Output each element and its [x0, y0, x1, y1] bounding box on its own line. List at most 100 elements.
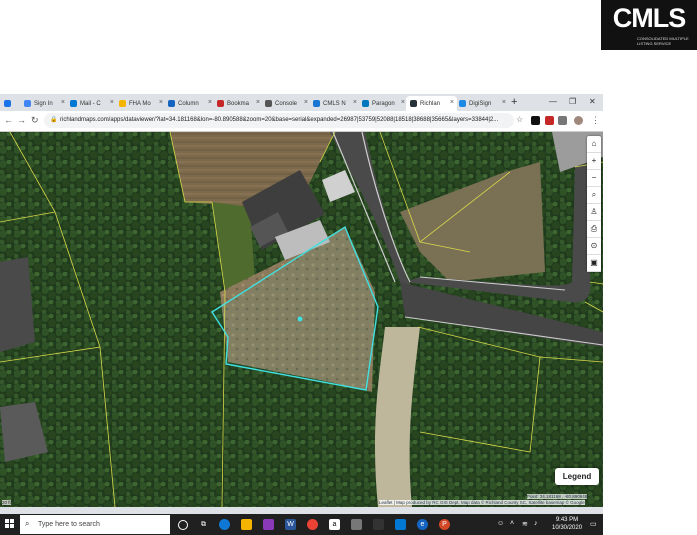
tab-label: FHA Mo [129, 100, 151, 107]
ie-icon[interactable]: e [417, 519, 428, 530]
print-icon[interactable]: ⎙ [587, 221, 601, 238]
browser-window: + — ❐ ✕ Sign In × Mail - C × FHA Mo × Column × B… [0, 94, 603, 534]
legend-button[interactable]: Legend [555, 468, 599, 485]
browser-tab[interactable]: Console × [261, 96, 311, 111]
tab-label: Mail - C [80, 100, 101, 107]
windows-start-icon[interactable] [5, 519, 15, 529]
back-icon[interactable]: ← [4, 115, 13, 125]
tab-favicon-icon [119, 100, 126, 107]
extension-icon-2[interactable] [545, 116, 554, 125]
tab-close-icon[interactable]: × [401, 99, 405, 106]
search-icon: ⌕ [25, 519, 30, 528]
tray-chevron-icon[interactable]: ˄ [510, 520, 514, 527]
tab-close-icon[interactable]: × [502, 99, 506, 106]
cmls-logo: CMLS CONSOLIDATED MULTIPLE LISTING SERVI… [601, 0, 697, 50]
clock-date: 10/30/2020 [552, 525, 583, 531]
url-input[interactable]: richlandmaps.com/apps/dataviewer/?lat=34… [44, 113, 514, 128]
location-pin-icon[interactable]: ⊙ [587, 238, 601, 255]
map-attribution: Leaflet | Map produced by RC GIS Dept, M… [379, 500, 585, 505]
powerpoint-icon[interactable]: P [439, 519, 450, 530]
extension-icon[interactable] [531, 116, 540, 125]
bookmark-star-icon[interactable]: ☆ [516, 115, 523, 124]
tab-favicon-icon [313, 100, 320, 107]
tab-close-icon[interactable]: × [353, 99, 357, 106]
maximize-icon[interactable]: ❐ [569, 97, 576, 106]
photos-icon[interactable] [373, 519, 384, 530]
tab-close-icon[interactable]: × [304, 99, 308, 106]
taskbar-search-input[interactable]: Type here to search [20, 515, 170, 534]
tab-favicon-icon [70, 100, 77, 107]
tab-label: Column [178, 100, 199, 107]
store-icon[interactable] [263, 519, 274, 530]
search-map-icon[interactable]: ⌕ [587, 187, 601, 204]
streetview-icon[interactable]: ♙ [587, 204, 601, 221]
app-icon[interactable] [351, 519, 362, 530]
new-tab-icon[interactable]: + [511, 96, 517, 108]
tab-favicon-icon [24, 100, 31, 107]
close-window-icon[interactable]: ✕ [589, 97, 596, 106]
browser-tab[interactable]: Richlan × [406, 96, 457, 111]
file-explorer-icon[interactable] [241, 519, 252, 530]
tab-label: Bookma [227, 100, 250, 107]
tab-label: Console [275, 100, 298, 107]
notifications-icon[interactable]: ▭ [590, 520, 597, 528]
volume-icon[interactable]: ♪ [534, 520, 538, 527]
tab-label: CMLS N [323, 100, 346, 107]
tab-label: DigiSign [469, 100, 492, 107]
cortana-icon[interactable] [178, 520, 188, 530]
tab-label: Paragon [372, 100, 395, 107]
minimize-icon[interactable]: — [549, 97, 557, 106]
edge-icon[interactable] [219, 519, 230, 530]
tab-close-icon[interactable]: × [61, 99, 65, 106]
menu-kebab-icon[interactable]: ⋮ [591, 115, 600, 126]
tab-close-icon[interactable]: × [256, 99, 260, 106]
browser-tab[interactable] [0, 96, 22, 111]
wifi-icon[interactable]: ≋ [522, 520, 528, 528]
tab-favicon-icon [459, 100, 466, 107]
tab-label: Richlan [420, 100, 441, 107]
satellite-map[interactable]: ⌂ + − ⌕ ♙ ⎙ ⊙ ▣ Legend Point: 34.181168 … [0, 132, 603, 507]
browser-tab[interactable]: Bookma × [213, 96, 263, 111]
clock-time: 9:43 PM [555, 517, 579, 523]
logo-subtext: CONSOLIDATED MULTIPLE LISTING SERVICE [637, 36, 689, 46]
coordinate-readout: Point: 34.181168 , -80.890648 [527, 494, 588, 499]
lock-icon[interactable]: 🔒 [50, 116, 57, 123]
amazon-icon[interactable]: a [329, 519, 340, 530]
browser-tab[interactable]: Sign In × [20, 96, 68, 111]
extension-icon-3[interactable] [558, 116, 567, 125]
task-view-icon[interactable]: ⧉ [198, 519, 209, 530]
taskbar-clock[interactable]: 9:43 PM 10/30/2020 [552, 516, 582, 532]
windows-taskbar: Type here to search ⌕ ⧉ W a e P ☺ ˄ ≋ ♪ … [0, 514, 603, 535]
tab-favicon-icon [4, 100, 11, 107]
tab-favicon-icon [217, 100, 224, 107]
people-icon[interactable]: ☺ [497, 520, 504, 527]
layers-icon[interactable]: ▣ [587, 255, 601, 272]
tab-close-icon[interactable]: × [110, 99, 114, 106]
tab-close-icon[interactable]: × [159, 99, 163, 106]
mail-icon[interactable] [395, 519, 406, 530]
browser-tab[interactable]: FHA Mo × [115, 96, 166, 111]
reload-icon[interactable]: ↻ [31, 115, 39, 126]
tab-favicon-icon [168, 100, 175, 107]
tab-close-icon[interactable]: × [450, 99, 454, 106]
word-icon[interactable]: W [285, 519, 296, 530]
tab-close-icon[interactable]: × [208, 99, 212, 106]
browser-tab[interactable]: DigiSign × [455, 96, 509, 111]
tab-favicon-icon [265, 100, 272, 107]
zoom-out-icon[interactable]: − [587, 170, 601, 187]
tab-favicon-icon [410, 100, 417, 107]
browser-tab[interactable]: CMLS N × [309, 96, 360, 111]
address-bar: ← → ↻ richlandmaps.com/apps/dataviewer/?… [0, 111, 603, 132]
home-icon[interactable]: ⌂ [587, 136, 601, 153]
profile-avatar[interactable] [574, 116, 583, 125]
browser-tab[interactable]: Column × [164, 96, 215, 111]
forward-icon[interactable]: → [17, 115, 26, 125]
zoom-in-icon[interactable]: + [587, 153, 601, 170]
tab-label: Sign In [34, 100, 53, 107]
map-toolbar: ⌂ + − ⌕ ♙ ⎙ ⊙ ▣ [587, 136, 601, 272]
browser-tab[interactable]: Mail - C × [66, 96, 117, 111]
browser-tab[interactable]: Paragon × [358, 96, 408, 111]
chrome-icon[interactable] [307, 519, 318, 530]
map-imagery [0, 132, 603, 507]
tab-favicon-icon [362, 100, 369, 107]
